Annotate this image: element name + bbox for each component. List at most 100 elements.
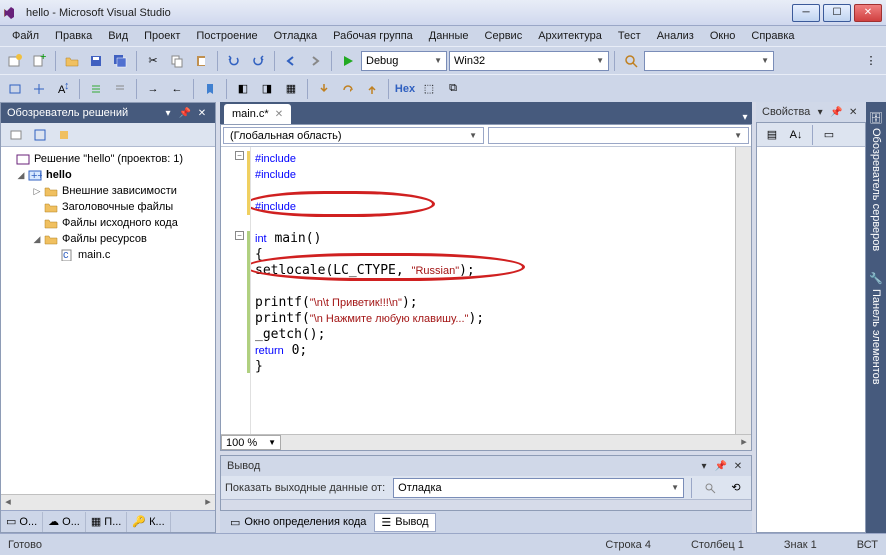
output-source-combo[interactable]: Отладка▼ [393,478,684,498]
menu-данные[interactable]: Данные [421,28,477,44]
sol-show-all-button[interactable] [29,124,51,146]
tab-close-icon[interactable]: ✕ [275,109,283,120]
nav-back-button[interactable] [280,50,302,72]
step-over-button[interactable] [337,78,359,100]
redo-button[interactable] [247,50,269,72]
platform-combo[interactable]: Win32▼ [449,51,609,71]
props-alpha-button[interactable]: A↓ [785,124,807,146]
left-tab-0[interactable]: ▭О... [1,512,43,532]
step-out-button[interactable] [361,78,383,100]
menu-проект[interactable]: Проект [136,28,188,44]
open-button[interactable] [61,50,83,72]
bookmark-button[interactable] [199,78,221,100]
left-hscroll[interactable]: ◂▸ [1,494,215,510]
config-combo[interactable]: Debug▼ [361,51,447,71]
panel-close-icon[interactable]: ✕ [846,105,860,119]
external-deps-folder[interactable]: ▷ Внешние зависимости [3,183,213,199]
close-button[interactable]: ✕ [854,4,882,22]
vertical-scrollbar[interactable] [735,147,751,434]
output-clear-button[interactable]: ⟲ [725,477,747,499]
save-button[interactable] [85,50,107,72]
tb2-btn-1[interactable] [4,78,26,100]
scope-combo-left[interactable]: (Глобальная область)▼ [223,127,484,144]
collapse-icon[interactable]: ◢ [31,234,43,245]
scope-combo-right[interactable]: ▼ [488,127,749,144]
tabs-dropdown-icon[interactable]: ▾ [738,110,752,124]
menu-правка[interactable]: Правка [47,28,100,44]
maximize-button[interactable]: ☐ [823,4,851,22]
toolbar-overflow[interactable]: ⋮ [860,50,882,72]
add-item-button[interactable]: + [28,50,50,72]
file-node[interactable]: c main.c [3,247,213,263]
menu-анализ[interactable]: Анализ [649,28,702,44]
outline-collapse-icon[interactable]: − [235,231,244,240]
server-explorer-tab[interactable]: 🗄 Обозреватель серверов [868,102,885,259]
tb2-extra-2[interactable]: ◨ [256,78,278,100]
tb2-more-2[interactable]: ⧉ [442,78,464,100]
tb2-more-1[interactable]: ⬚ [418,78,440,100]
outline-collapse-icon[interactable]: − [235,151,244,160]
menu-вид[interactable]: Вид [100,28,136,44]
pin-icon[interactable]: 📌 [714,459,728,473]
resources-folder[interactable]: ◢ Файлы ресурсов [3,231,213,247]
document-tab[interactable]: main.c* ✕ [224,104,291,124]
paste-button[interactable] [190,50,212,72]
sol-refresh-button[interactable] [5,124,27,146]
zoom-combo[interactable]: 100 %▼ [221,435,281,450]
menu-рабочая группа[interactable]: Рабочая группа [325,28,421,44]
tb2-extra-1[interactable]: ◧ [232,78,254,100]
pin-icon[interactable]: 📌 [830,105,844,119]
find-button[interactable] [620,50,642,72]
project-node[interactable]: ◢ ++ hello [3,167,213,183]
collapse-icon[interactable]: ◢ [15,170,27,181]
code-editor[interactable]: #include #include #include int main() { … [251,147,735,434]
uncomment-button[interactable] [109,78,131,100]
pin-icon[interactable]: 📌 [178,106,192,120]
panel-close-icon[interactable]: ✕ [731,459,745,473]
tb2-btn-2[interactable] [28,78,50,100]
new-project-button[interactable] [4,50,26,72]
menu-построение[interactable]: Построение [188,28,265,44]
panel-dropdown-icon[interactable]: ▾ [813,105,827,119]
indent-button[interactable]: → [142,78,164,100]
undo-button[interactable] [223,50,245,72]
tb2-btn-3[interactable]: A↕ [52,78,74,100]
menu-окно[interactable]: Окно [702,28,744,44]
props-pages-button[interactable]: ▭ [818,124,840,146]
minimize-button[interactable]: ─ [792,4,820,22]
cut-button[interactable]: ✂ [142,50,164,72]
output-tab[interactable]: ☰ Вывод [374,513,435,532]
save-all-button[interactable] [109,50,131,72]
sources-folder[interactable]: Файлы исходного кода [3,215,213,231]
toolbox-tab[interactable]: 🔧 Панель элементов [868,263,885,392]
menu-файл[interactable]: Файл [4,28,47,44]
panel-dropdown-icon[interactable]: ▾ [697,459,711,473]
outdent-button[interactable]: ← [166,78,188,100]
menu-архитектура[interactable]: Архитектура [530,28,610,44]
menu-справка[interactable]: Справка [743,28,802,44]
solution-node[interactable]: Решение "hello" (проектов: 1) [3,151,213,167]
step-into-button[interactable] [313,78,335,100]
code-def-tab[interactable]: ▭ Окно определения кода [224,514,372,531]
panel-dropdown-icon[interactable]: ▾ [161,106,175,120]
menu-сервис[interactable]: Сервис [477,28,531,44]
headers-folder[interactable]: Заголовочные файлы [3,199,213,215]
copy-button[interactable] [166,50,188,72]
sol-properties-button[interactable] [53,124,75,146]
menu-тест[interactable]: Тест [610,28,649,44]
comment-button[interactable] [85,78,107,100]
hex-button[interactable]: Hex [394,78,416,100]
left-tab-1[interactable]: ☁О... [43,512,86,532]
props-categorized-button[interactable]: ▤ [761,124,783,146]
tb2-extra-3[interactable]: ▦ [280,78,302,100]
menu-отладка[interactable]: Отладка [266,28,325,44]
nav-fwd-button[interactable] [304,50,326,72]
left-tab-3[interactable]: 🔑К... [127,512,170,532]
start-debug-button[interactable] [337,50,359,72]
left-tab-2[interactable]: ▦П... [86,512,127,532]
find-combo[interactable]: ▼ [644,51,774,71]
expand-icon[interactable]: ▷ [31,186,43,197]
output-find-button[interactable] [699,477,721,499]
horizontal-scrollbar[interactable] [281,435,737,450]
panel-close-icon[interactable]: ✕ [195,106,209,120]
